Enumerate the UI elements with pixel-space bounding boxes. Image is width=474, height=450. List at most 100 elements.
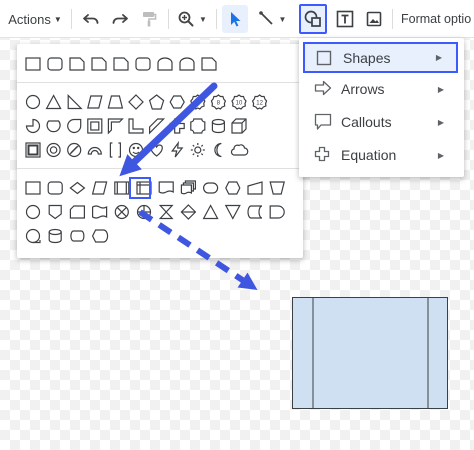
actions-menu-button[interactable]: Actions ▼ (4, 5, 66, 33)
gallery-shape-moon[interactable] (214, 142, 222, 158)
image-icon (366, 11, 382, 27)
gallery-divider (17, 82, 303, 83)
chevron-right-icon: ▶ (437, 117, 444, 127)
gallery-shape-penta[interactable] (148, 94, 165, 110)
gallery-shape-pie[interactable] (25, 118, 41, 134)
gallery-flowchart-multidoc[interactable] (180, 180, 196, 195)
select-button[interactable] (222, 5, 248, 33)
gallery-flowchart-sumjunction[interactable] (114, 204, 129, 220)
callout-icon (314, 113, 332, 130)
gallery-shape-para[interactable] (87, 95, 103, 109)
gallery-shape-dome[interactable] (157, 57, 173, 71)
svg-text:12: 12 (256, 101, 263, 107)
gallery-flowchart-magdisk[interactable] (48, 228, 62, 244)
submenu-item-shapes[interactable]: Shapes ▶ (303, 42, 458, 73)
gallery-shape-lshape[interactable] (128, 118, 144, 134)
gallery-flowchart-tape[interactable] (91, 205, 108, 219)
gallery-flowchart-sort[interactable] (180, 204, 197, 220)
gallery-flowchart-round[interactable] (47, 181, 63, 195)
gallery-shape-sun[interactable] (190, 143, 205, 157)
gallery-shape-bolt[interactable] (170, 140, 184, 158)
line-tool-button[interactable]: ▼ (252, 5, 292, 33)
gallery-shape-rect[interactable] (25, 57, 41, 71)
gallery-flowchart-collate[interactable] (158, 204, 174, 220)
gallery-shape-snip[interactable] (91, 57, 107, 71)
gallery-shape-arc[interactable] (87, 146, 102, 155)
gallery-shape-round[interactable] (47, 57, 63, 71)
submenu-item-equation[interactable]: Equation ▶ (303, 141, 458, 169)
line-icon (258, 11, 273, 25)
gallery-flowchart-manualop[interactable] (269, 181, 285, 195)
toolbar-divider (168, 9, 169, 29)
submenu-item-callouts[interactable]: Callouts ▶ (303, 108, 458, 136)
submenu-item-label: Equation (341, 147, 397, 163)
gallery-flowchart-storage[interactable] (136, 181, 152, 195)
gallery-flowchart-card[interactable] (69, 205, 86, 219)
gallery-flowchart-connector[interactable] (25, 204, 41, 220)
undo-button[interactable] (78, 5, 104, 33)
gallery-shape-snip[interactable] (113, 57, 129, 71)
paint-format-button[interactable] (136, 5, 162, 33)
gallery-shape-frame[interactable] (87, 118, 103, 134)
gallery-shape-tri[interactable] (45, 94, 62, 110)
predefined-process-shape[interactable] (292, 297, 448, 409)
gallery-divider (17, 168, 303, 169)
gallery-shape-trap[interactable] (107, 95, 124, 109)
gallery-shape-heart[interactable] (150, 144, 163, 157)
format-options-button[interactable]: Format optio (401, 5, 471, 33)
gallery-shape-circle[interactable] (25, 94, 41, 110)
gallery-shape-round[interactable] (135, 57, 151, 71)
undo-icon (83, 14, 99, 24)
gallery-shape-diamond[interactable] (128, 94, 144, 110)
gallery-shape-snip[interactable] (201, 57, 217, 71)
redo-button[interactable] (107, 5, 133, 33)
gallery-flowchart-data[interactable] (91, 181, 108, 195)
gallery-shape-cloud[interactable] (230, 144, 249, 156)
insert-image-button[interactable] (361, 5, 387, 33)
gallery-shape-badge-10[interactable]: 10 (231, 94, 247, 110)
zoom-icon (178, 11, 194, 27)
gallery-shape-tear[interactable] (67, 118, 82, 134)
zoom-button[interactable]: ▼ (174, 5, 210, 33)
gallery-shape-smiley[interactable] (128, 142, 144, 158)
gallery-flowchart-merge[interactable] (224, 204, 241, 220)
gallery-flowchart-offpage[interactable] (48, 204, 62, 220)
gallery-shape-nosym[interactable] (67, 142, 82, 158)
gallery-flowchart-delay[interactable] (269, 205, 285, 219)
toolbar-divider (216, 9, 217, 29)
gallery-shape-cube[interactable] (231, 118, 247, 134)
shape-tool-button[interactable] (299, 4, 327, 34)
gallery-shape-dome[interactable] (179, 57, 195, 71)
gallery-flowchart-storeddata[interactable] (247, 205, 263, 219)
gallery-flowchart-orshape[interactable] (136, 204, 152, 220)
gallery-shape-diagstripe[interactable] (149, 118, 166, 135)
gallery-flowchart-predef[interactable] (114, 181, 130, 195)
gallery-flowchart-terminator[interactable] (203, 182, 219, 194)
gallery-shape-can[interactable] (211, 118, 225, 134)
gallery-shape-snip[interactable] (69, 57, 85, 71)
gallery-flowchart-manualinput[interactable] (247, 181, 263, 195)
gallery-shape-badge-12[interactable]: 12 (251, 94, 268, 110)
gallery-shape-rtri[interactable] (67, 94, 83, 110)
gallery-flowchart-doc[interactable] (158, 181, 174, 194)
gallery-flowchart-display[interactable] (91, 229, 109, 243)
gallery-shape-donut[interactable] (46, 142, 61, 158)
gallery-shape-badge-8[interactable]: 8 (210, 94, 227, 110)
gallery-shape-bracket[interactable] (109, 142, 122, 158)
cursor-arrow-icon (231, 12, 241, 27)
text-box-button[interactable] (332, 5, 358, 33)
gallery-flowchart-directaccess[interactable] (70, 230, 85, 242)
gallery-flowchart-decision[interactable] (69, 181, 86, 195)
gallery-shape-badge-6[interactable]: 6 (190, 94, 206, 110)
gallery-flowchart-prep[interactable] (225, 181, 241, 195)
gallery-shape-halfframe[interactable] (107, 118, 124, 135)
gallery-shape-plus[interactable] (169, 118, 185, 134)
gallery-shape-bevel[interactable] (25, 142, 41, 158)
submenu-item-arrows[interactable]: Arrows ▶ (303, 75, 458, 103)
gallery-shape-chord[interactable] (46, 120, 61, 133)
gallery-flowchart-extract[interactable] (202, 204, 219, 220)
gallery-flowchart-seqaccess[interactable] (25, 228, 41, 244)
gallery-shape-plaque[interactable] (190, 118, 206, 134)
gallery-flowchart-rect[interactable] (25, 181, 41, 195)
gallery-shape-hexa[interactable] (169, 95, 185, 109)
